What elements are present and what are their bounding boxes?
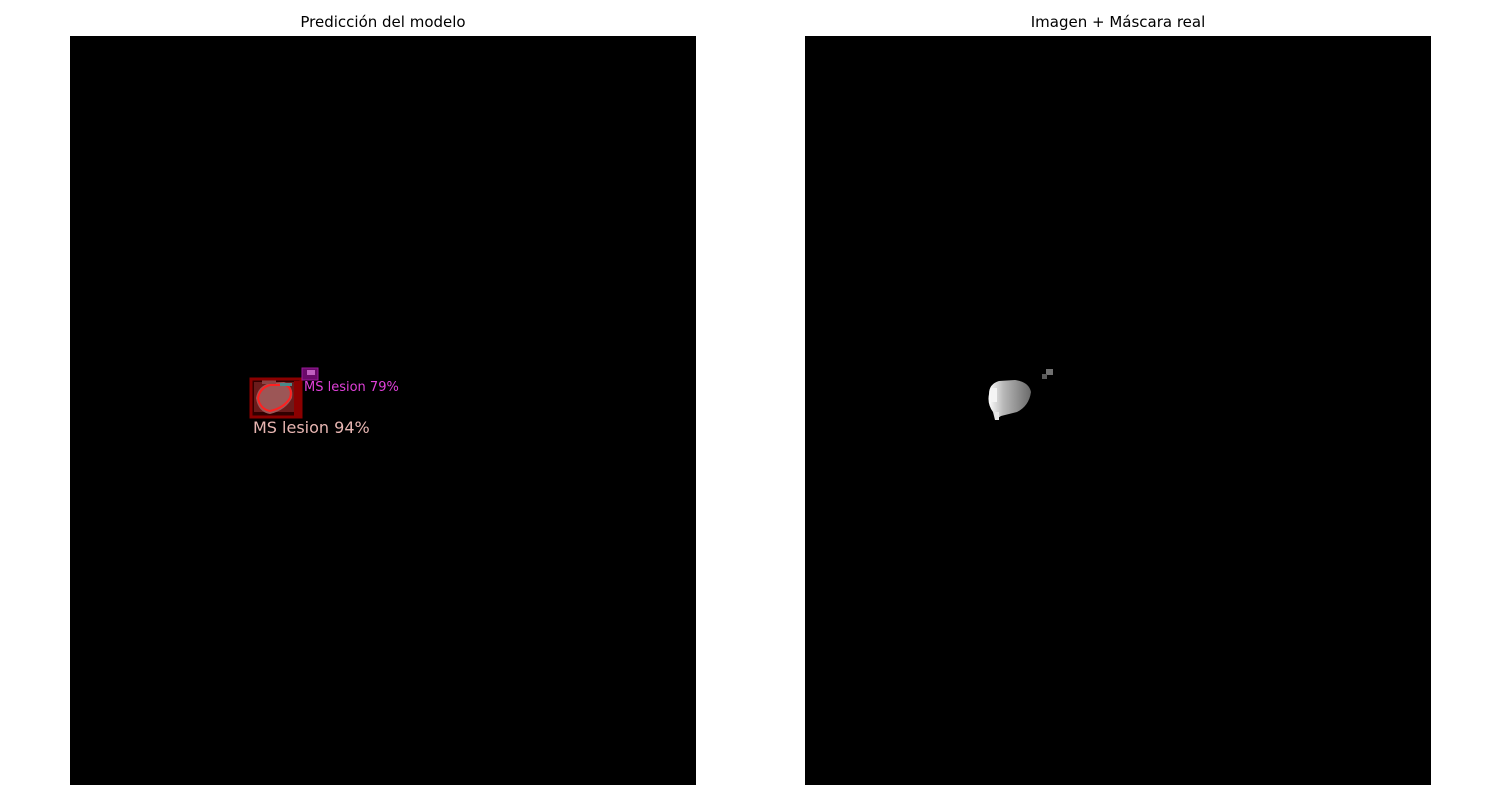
figure: Predicción del modelo Imagen + Máscara r… [0,0,1500,800]
ground-truth-overlay [988,369,1053,420]
panel-title-prediction: Predicción del modelo [300,13,466,31]
ground-truth-image [805,36,1431,785]
detection-label-1: MS lesion 94% [253,418,370,437]
prediction-image: MS lesion 94% MS lesion 79% [70,36,696,785]
panel-title-ground-truth: Imagen + Máscara real [1030,13,1206,31]
prediction-overlay [249,367,319,419]
detection-label-2: MS lesion 79% [304,380,399,395]
ground-truth-spot [1042,369,1053,379]
ground-truth-lesion [988,380,1031,420]
